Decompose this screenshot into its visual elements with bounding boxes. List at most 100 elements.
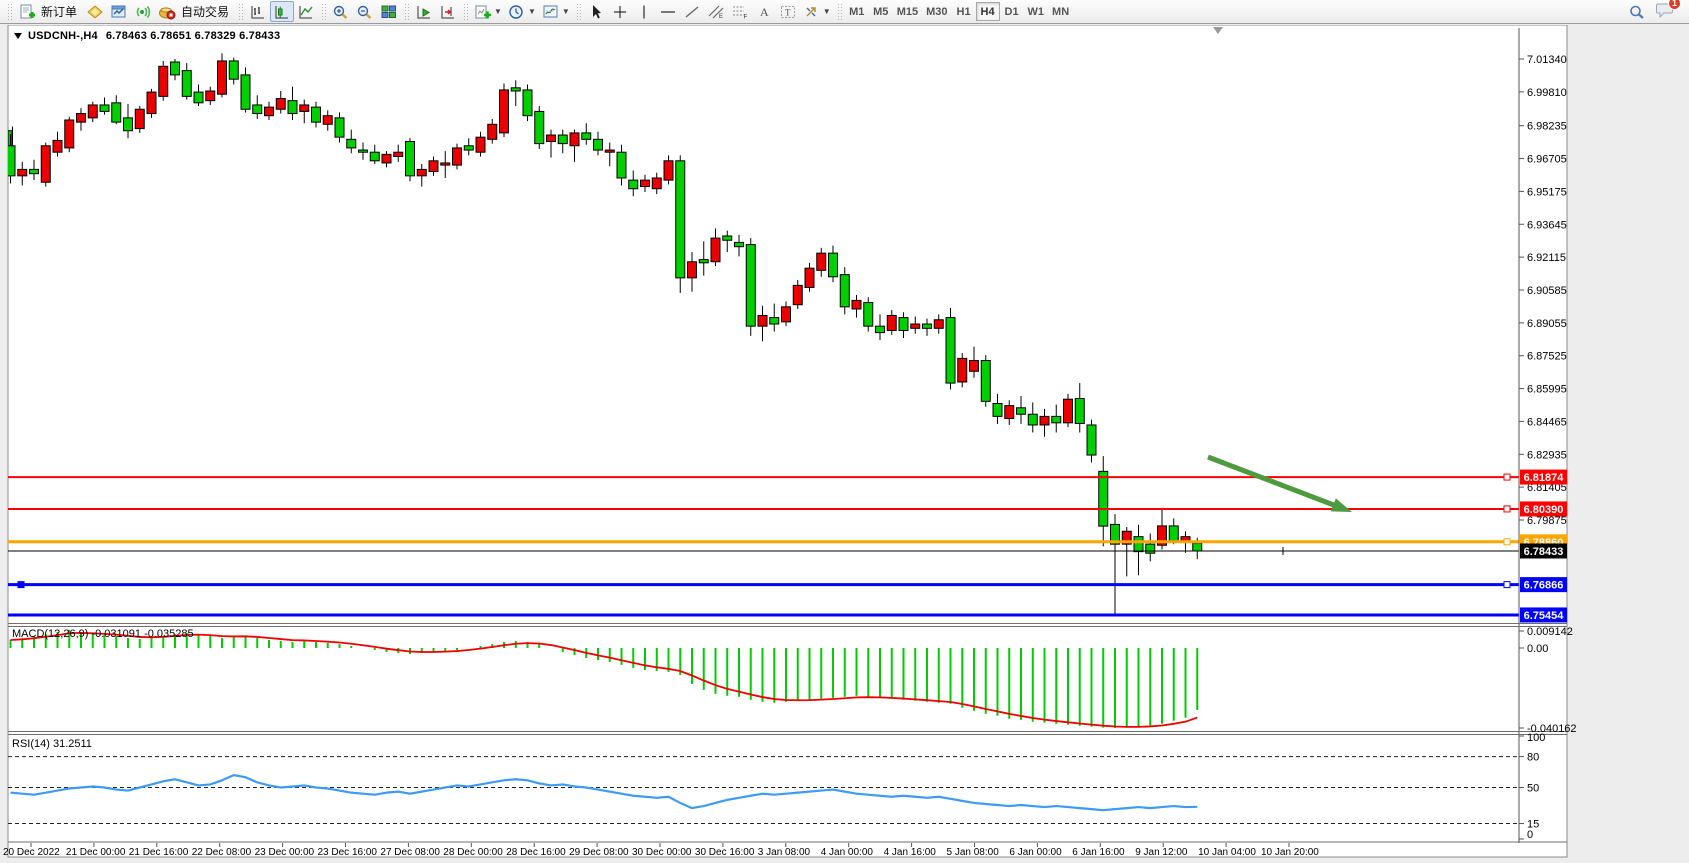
data-window-button[interactable] [107, 1, 131, 22]
chat-button[interactable]: 1 [1655, 1, 1675, 23]
price-line-badge-label: 6.81874 [1524, 472, 1565, 484]
toolbar-grip[interactable] [404, 3, 409, 21]
chart-menu-icon[interactable] [14, 33, 22, 39]
indicators-button[interactable]: ▼ [471, 1, 505, 22]
line-handle [1504, 582, 1510, 588]
time-tick-label: 5 Jan 08:00 [947, 847, 1000, 858]
rsi-tick-label: 100 [1527, 732, 1545, 744]
search-button[interactable] [1625, 1, 1649, 22]
price-tick-label: 6.87525 [1527, 351, 1567, 363]
cursor-button[interactable] [584, 1, 608, 22]
templates-button[interactable]: ▼ [539, 1, 573, 22]
timeframe-M30[interactable]: M30 [922, 2, 951, 21]
horizontal-line-button[interactable] [656, 1, 680, 22]
price-tick-label: 6.98235 [1527, 121, 1567, 133]
alerts-button[interactable] [131, 1, 155, 22]
auto-trading-label[interactable]: 自动交易 [181, 3, 229, 20]
text-button[interactable]: A [752, 1, 776, 22]
timeframe-M5[interactable]: M5 [869, 2, 893, 21]
chart-canvas[interactable]: 7.013406.998106.982356.967056.951756.936… [0, 25, 1689, 863]
time-tick-label: 30 Dec 00:00 [632, 847, 692, 858]
time-tick-label: 10 Jan 20:00 [1261, 847, 1319, 858]
time-tick-label: 21 Dec 16:00 [129, 847, 189, 858]
toolbar-grip[interactable] [321, 3, 326, 21]
timeframe-W1[interactable]: W1 [1024, 2, 1049, 21]
line-chart-button[interactable] [294, 1, 318, 22]
market-watch-button[interactable] [83, 1, 107, 22]
line-handle [1504, 539, 1510, 545]
text-label-icon: T [779, 4, 797, 20]
periods-button[interactable]: ▼ [505, 1, 539, 22]
time-tick-label: 10 Jan 04:00 [1198, 847, 1256, 858]
horizontal-line-icon [659, 4, 677, 20]
price-line-badge-label: 6.78433 [1524, 546, 1564, 558]
svg-text:E: E [719, 14, 723, 20]
crosshair-button[interactable] [608, 1, 632, 22]
text-label-button[interactable]: T [776, 1, 800, 22]
main-toolbar: 新订单 [0, 0, 1689, 24]
price-tick-label: 6.90585 [1527, 285, 1567, 297]
toolbar-grip[interactable] [576, 3, 581, 21]
timeframe-D1[interactable]: D1 [1000, 2, 1024, 21]
tile-windows-icon [380, 4, 398, 20]
price-line-badge-label: 6.80390 [1524, 504, 1564, 516]
toolbar-grip[interactable] [837, 3, 842, 21]
equidistant-channel-icon: E [707, 4, 725, 20]
time-tick-label: 23 Dec 00:00 [255, 847, 315, 858]
svg-text:A: A [760, 5, 769, 19]
timeframe-M1[interactable]: M1 [845, 2, 869, 21]
fibonacci-button[interactable]: F [728, 1, 752, 22]
chart-workspace: 7.013406.998106.982356.967056.951756.936… [0, 25, 1689, 863]
rsi-tick-label: 0 [1527, 829, 1533, 841]
timeframe-M15[interactable]: M15 [893, 2, 922, 21]
timeframe-group: M1M5M15M30H1H4D1W1MN [845, 2, 1073, 21]
timeframe-MN[interactable]: MN [1048, 2, 1073, 21]
vertical-line-button[interactable] [632, 1, 656, 22]
indicators-icon [474, 4, 492, 20]
zoom-in-button[interactable] [329, 1, 353, 22]
new-order-label[interactable]: 新订单 [41, 3, 77, 20]
toolbar-grip[interactable] [238, 3, 243, 21]
candlestick-chart-icon [273, 4, 291, 20]
equidistant-channel-button[interactable]: E [704, 1, 728, 22]
bar-chart-icon [249, 4, 267, 20]
chart-shift-button[interactable] [436, 1, 460, 22]
price-tick-label: 6.89055 [1527, 318, 1567, 330]
zoom-out-button[interactable] [353, 1, 377, 22]
timeframe-H1[interactable]: H1 [952, 2, 976, 21]
dropdown-caret-icon: ▼ [562, 7, 570, 16]
bar-chart-button[interactable] [246, 1, 270, 22]
price-tick-label: 6.92115 [1527, 252, 1566, 264]
time-tick-label: 3 Jan 08:00 [758, 847, 811, 858]
trendline-button[interactable] [680, 1, 704, 22]
new-order-button[interactable] [15, 1, 39, 22]
price-tick-label: 7.01340 [1527, 54, 1567, 66]
time-tick-label: 23 Dec 16:00 [318, 847, 378, 858]
auto-trading-button[interactable] [155, 1, 179, 22]
chart-shift-icon [439, 4, 457, 20]
notification-badge[interactable]: 1 [1668, 0, 1681, 10]
time-tick-label: 9 Jan 12:00 [1135, 847, 1188, 858]
line-chart-icon [297, 4, 315, 20]
price-tick-label: 6.84465 [1527, 416, 1567, 428]
svg-text:T: T [785, 7, 791, 17]
time-tick-label: 30 Dec 16:00 [695, 847, 755, 858]
price-tick-label: 6.99810 [1527, 87, 1567, 99]
timeframe-H4[interactable]: H4 [976, 2, 1000, 21]
toolbar-grip[interactable] [7, 3, 12, 21]
chart-titlebar[interactable]: USDCNH-,H4 6.78463 6.78651 6.78329 6.784… [14, 30, 280, 42]
auto-scroll-button[interactable] [412, 1, 436, 22]
price-tick-label: 6.93645 [1527, 219, 1567, 231]
arrows-button[interactable]: ▼ [800, 1, 834, 22]
candlestick-chart-button[interactable] [270, 1, 294, 22]
price-tick-label: 6.96705 [1527, 154, 1567, 166]
zoom-out-icon [356, 4, 374, 20]
fibonacci-icon: F [731, 4, 749, 20]
new-order-icon [18, 4, 36, 20]
tile-windows-button[interactable] [377, 1, 401, 22]
toolbar-grip[interactable] [463, 3, 468, 21]
price-line-badge-label: 6.76866 [1524, 580, 1564, 592]
time-tick-label: 6 Jan 00:00 [1009, 847, 1062, 858]
dropdown-caret-icon: ▼ [528, 7, 536, 16]
price-tick-label: 6.79875 [1527, 515, 1567, 527]
